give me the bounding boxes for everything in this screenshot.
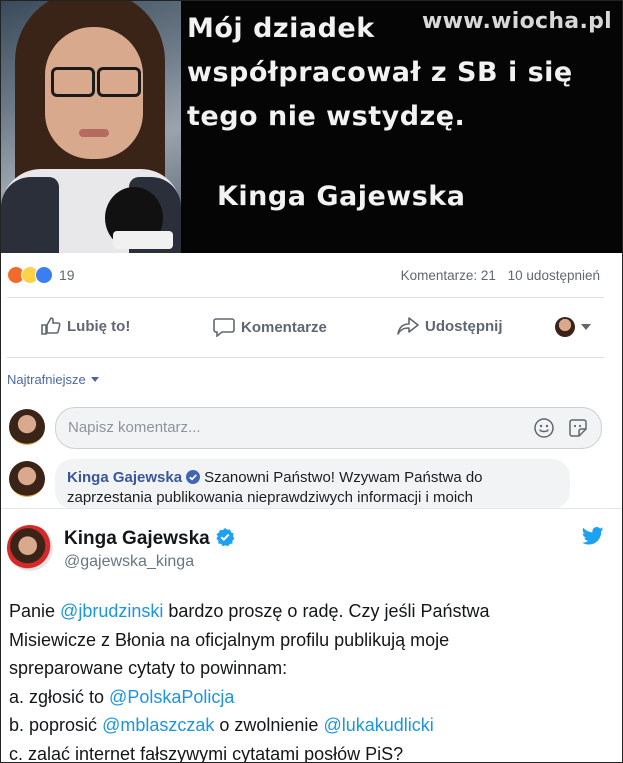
chevron-down-icon (581, 324, 591, 330)
tweet-line-1: Panie @jbrudzinski bardzo proszę o radę.… (9, 597, 609, 626)
avatar[interactable] (9, 409, 45, 445)
mention-link[interactable]: @mblaszczak (102, 715, 214, 735)
mention-link[interactable]: @PolskaPolicja (109, 687, 234, 707)
speech-bubble-icon (213, 318, 235, 337)
reactions-summary[interactable]: 19 (7, 266, 75, 284)
meme-quote-line-3: tego nie wstydzę. (187, 101, 466, 132)
tweet-line-3: spreparowane cytaty to powinnam: (9, 658, 288, 678)
comment-input-placeholder: Napisz komentarz... (68, 419, 201, 436)
tweet-author-name[interactable]: Kinga Gajewska (64, 527, 235, 550)
mention-link[interactable]: @lukakudlicki (323, 715, 433, 735)
comments-count-link[interactable]: Komentarze: 21 (401, 268, 496, 283)
share-arrow-icon (397, 317, 419, 335)
tweet-text-segment: b. poprosić (9, 715, 103, 735)
tweet-option-a: a. zgłosić to @PolskaPolicja (9, 683, 609, 712)
tweet-text-segment: a. zgłosić to (9, 686, 110, 707)
reaction-count: 19 (59, 267, 75, 283)
screenshot-frame: Mój dziadek współpracował z SB i się teg… (0, 0, 623, 763)
comment-author-link[interactable]: Kinga Gajewska (67, 469, 182, 486)
comment-bubble: Kinga Gajewska Szanowni Państwo! Wzywam P… (55, 459, 570, 509)
shares-count-link[interactable]: 10 udostępnień (508, 268, 600, 283)
avatar (555, 317, 575, 337)
verified-badge-icon (216, 528, 235, 547)
microphone-band (113, 231, 173, 249)
like-reaction-icon (35, 266, 53, 284)
comment-button[interactable]: Komentarze (213, 317, 327, 337)
chevron-down-icon (90, 377, 99, 382)
divider (7, 357, 604, 358)
tweet-option-b: b. poprosić @mblaszczak o zwolnienie @lu… (9, 711, 609, 740)
emoji-icon[interactable] (533, 417, 555, 439)
share-button[interactable]: Udostępnij (397, 317, 503, 335)
tweet-line-2: Misiewicze z Błonia na oficjalnym profil… (9, 629, 450, 650)
tweet-author-handle[interactable]: @gajewska_kinga (64, 553, 194, 571)
comment-sort-dropdown[interactable]: Najtrafniejsze (7, 372, 99, 387)
portrait-jacket-left (1, 177, 59, 253)
tweet-text-segment: o zwolnienie (214, 715, 324, 735)
avatar[interactable] (7, 525, 53, 571)
comment-sort-label: Najtrafniejsze (7, 372, 86, 387)
sticker-icon[interactable] (567, 417, 589, 439)
portrait-photo (1, 1, 181, 253)
tweet-card: Kinga Gajewska @gajewska_kinga Panie @jb… (1, 508, 622, 763)
tweet-text: Panie @jbrudzinski bardzo proszę o radę.… (9, 597, 609, 763)
glasses-left (51, 67, 95, 97)
like-button-label: Lubię to! (67, 317, 131, 335)
verified-badge-icon (186, 470, 201, 484)
glasses-right (97, 67, 141, 97)
meme-signature: Kinga Gajewska (217, 181, 466, 212)
meme-image: Mój dziadek współpracował z SB i się teg… (1, 1, 622, 253)
like-button[interactable]: Lubię to! (41, 317, 130, 335)
avatar[interactable] (9, 461, 45, 497)
watermark: www.wiocha.pl (422, 9, 612, 34)
comment-input[interactable]: Napisz komentarz... (55, 407, 602, 449)
comment-button-label: Komentarze (241, 318, 327, 336)
tweet-option-c: c. zalać internet fałszywymi cytatami po… (9, 743, 404, 763)
divider (7, 297, 604, 298)
tweet-text-segment: Panie (9, 601, 61, 621)
tweet-text-segment: bardzo proszę o radę. Czy jeśli Państwa (163, 601, 490, 621)
reaction-audience-selector[interactable] (555, 317, 591, 337)
portrait-lips (79, 129, 109, 137)
post-stats: Komentarze: 21 10 udostępnień (393, 268, 600, 283)
thumbs-up-icon (41, 317, 61, 335)
twitter-bird-icon[interactable] (582, 527, 604, 545)
share-button-label: Udostępnij (425, 317, 503, 335)
mention-link[interactable]: @jbrudzinski (60, 601, 163, 621)
tweet-author-name-text: Kinga Gajewska (64, 528, 210, 549)
post-action-bar: Lubię to! Komentarze Udostępnij (41, 317, 601, 343)
meme-quote-line-2: współpracował z SB i się (187, 57, 573, 88)
